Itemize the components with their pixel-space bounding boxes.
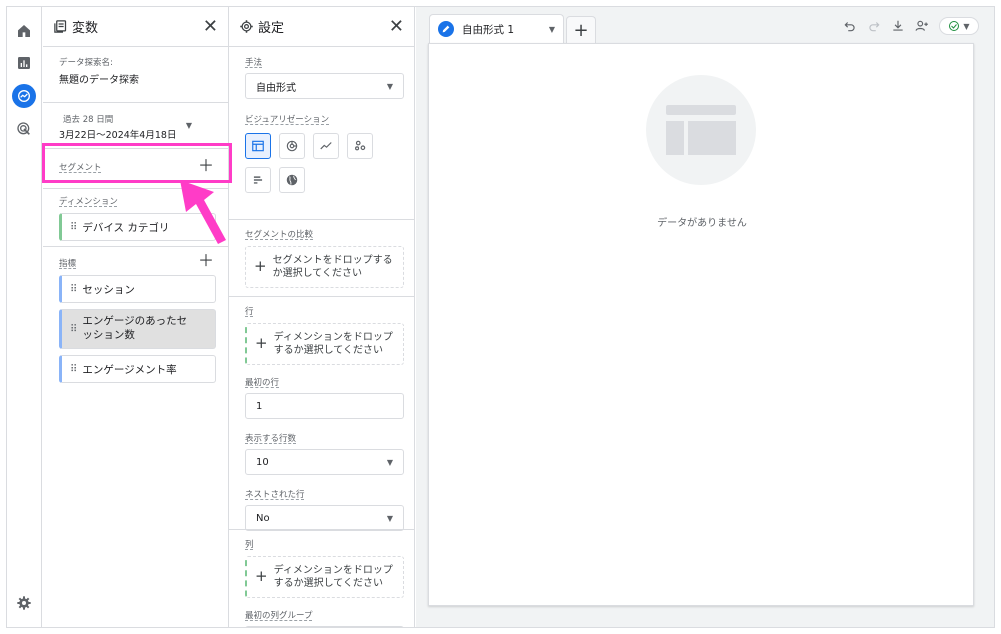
download-icon[interactable] — [891, 19, 905, 33]
first-row-label: 最初の行 — [245, 378, 280, 388]
first-row-value: 1 — [256, 400, 263, 412]
report-canvas: データがありません — [428, 43, 974, 606]
empty-state-illustration — [646, 75, 756, 185]
scatter-chart-icon[interactable] — [347, 133, 373, 159]
undo-icon[interactable] — [843, 19, 857, 33]
segment-compare-section: セグメントの比較 + セグメントをドロップするか選択してください — [229, 220, 414, 297]
date-range-value: 3月22日～2024年4月18日 — [59, 130, 177, 141]
technique-value: 自由形式 — [256, 82, 296, 94]
tab-label: 自由形式 1 — [462, 23, 515, 36]
drag-handle-icon[interactable]: ⠿ — [70, 324, 77, 335]
nested-rows-select[interactable]: No ▼ — [245, 505, 404, 531]
bar-chart-icon[interactable] — [245, 167, 271, 193]
first-col-group-label: 最初の列グループ — [245, 611, 313, 621]
segment-drop-text: セグメントをドロップするか選択してください — [272, 255, 393, 279]
settings-header: 設定 ✕ — [229, 7, 414, 47]
chevron-down-icon: ▼ — [386, 457, 393, 467]
rows-drop-text: ディメンションをドロップするか選択してください — [273, 332, 393, 356]
segment-drop-zone[interactable]: + セグメントをドロップするか選択してください — [245, 246, 404, 288]
metrics-section: 指標 ＋ ⠿ セッション ⠿ エンゲージのあったセッション数 ⠿ エンゲージメン… — [43, 247, 228, 391]
metric-label: セッション — [82, 283, 135, 296]
metric-label: エンゲージのあったセッション数 — [82, 315, 188, 341]
dimension-label: デバイス カテゴリ — [82, 221, 170, 234]
drag-handle-icon[interactable]: ⠿ — [70, 284, 77, 295]
reports-icon[interactable] — [12, 51, 36, 75]
metric-chip[interactable]: ⠿ エンゲージのあったセッション数 — [59, 309, 216, 349]
app-window: 変数 ✕ データ探索名: 無題のデータ探索 過去 28 日間 3月22日～202… — [6, 6, 995, 628]
columns-drop-text: ディメンションをドロップするか選択してください — [273, 565, 393, 589]
home-icon[interactable] — [12, 19, 36, 43]
chevron-down-icon[interactable]: ▼ — [549, 25, 555, 34]
tab-freeform[interactable]: 自由形式 1 ▼ — [429, 14, 564, 43]
close-icon[interactable]: ✕ — [389, 17, 404, 36]
empty-state-text: データがありません — [657, 218, 747, 229]
plus-icon: + — [254, 257, 267, 276]
technique-label: 手法 — [245, 58, 263, 68]
show-rows-select[interactable]: 10 ▼ — [245, 449, 404, 475]
canvas-area: 自由形式 1 ▼ + ▼ データがありません — [416, 7, 994, 627]
donut-chart-icon[interactable] — [279, 133, 305, 159]
columns-label: 列 — [245, 540, 254, 550]
rows-section: 行 + ディメンションをドロップするか選択してください 最初の行 1 表示する行… — [229, 297, 414, 531]
columns-drop-zone[interactable]: + ディメンションをドロップするか選択してください — [245, 556, 404, 598]
geo-map-icon[interactable] — [279, 167, 305, 193]
drag-handle-icon[interactable]: ⠿ — [70, 222, 77, 233]
pointer-arrow — [180, 180, 226, 244]
variables-panel: 変数 ✕ データ探索名: 無題のデータ探索 過去 28 日間 3月22日～202… — [43, 7, 229, 627]
settings-panel: 設定 ✕ 手法 自由形式 ▼ ビジュアリゼーション セグメントの比較 + セグメ… — [229, 7, 415, 627]
gear-icon[interactable] — [12, 591, 36, 615]
chevron-down-icon: ▼ — [386, 513, 393, 523]
chevron-down-icon: ▼ — [963, 21, 970, 31]
variables-title: 変数 — [72, 21, 99, 36]
check-circle-icon — [949, 21, 960, 31]
close-icon[interactable]: ✕ — [203, 17, 218, 36]
rows-drop-zone[interactable]: + ディメンションをドロップするか選択してください — [245, 323, 404, 365]
explore-icon[interactable] — [12, 84, 36, 108]
show-rows-label: 表示する行数 — [245, 434, 297, 444]
plus-icon: + — [255, 567, 268, 586]
first-row-input[interactable]: 1 — [245, 393, 404, 419]
exploration-name-label: データ探索名: — [59, 58, 113, 68]
drag-handle-icon[interactable]: ⠿ — [70, 364, 77, 375]
add-metric-button[interactable]: ＋ — [198, 253, 214, 269]
share-user-icon[interactable] — [915, 19, 929, 33]
show-rows-value: 10 — [256, 456, 269, 468]
technique-section: 手法 自由形式 ▼ ビジュアリゼーション — [229, 47, 414, 220]
technique-select[interactable]: 自由形式 ▼ — [245, 73, 404, 99]
metric-label: エンゲージメント率 — [82, 363, 177, 376]
first-col-group-input[interactable] — [245, 626, 404, 627]
chevron-down-icon: ▼ — [185, 121, 192, 130]
viz-options-row2 — [245, 167, 404, 193]
viz-options — [245, 133, 404, 159]
nested-rows-value: No — [256, 512, 270, 524]
tab-bar: 自由形式 1 ▼ + ▼ — [416, 7, 994, 43]
table-viz-icon[interactable] — [245, 133, 271, 159]
settings-title: 設定 — [258, 21, 285, 36]
exploration-name[interactable]: 無題のデータ探索 — [59, 71, 216, 86]
status-check-button[interactable]: ▼ — [939, 17, 979, 35]
variables-icon — [54, 20, 67, 33]
viz-label: ビジュアリゼーション — [245, 115, 330, 125]
redo-icon[interactable] — [867, 19, 881, 33]
line-chart-icon[interactable] — [313, 133, 339, 159]
variables-header: 変数 ✕ — [43, 7, 228, 47]
segment-compare-label: セグメントの比較 — [245, 230, 314, 240]
metric-chip[interactable]: ⠿ エンゲージメント率 — [59, 355, 216, 383]
nested-rows-label: ネストされた行 — [245, 490, 305, 500]
metric-chip[interactable]: ⠿ セッション — [59, 275, 216, 303]
advertising-icon[interactable] — [12, 117, 36, 141]
segment-highlight-box — [42, 143, 232, 183]
metrics-label: 指標 — [59, 259, 77, 269]
rows-label: 行 — [245, 307, 254, 317]
exploration-name-section: データ探索名: 無題のデータ探索 — [43, 47, 228, 103]
date-range-label: 過去 28 日間 — [63, 115, 114, 125]
pencil-icon — [438, 21, 454, 37]
toolbar: ▼ — [843, 17, 979, 35]
chevron-down-icon: ▼ — [386, 81, 393, 91]
settings-gear-icon — [240, 20, 253, 33]
plus-icon: + — [255, 334, 268, 353]
left-nav-rail — [7, 7, 42, 627]
add-tab-button[interactable]: + — [566, 16, 596, 43]
columns-section: 列 + ディメンションをドロップするか選択してください 最初の列グループ — [229, 530, 414, 627]
